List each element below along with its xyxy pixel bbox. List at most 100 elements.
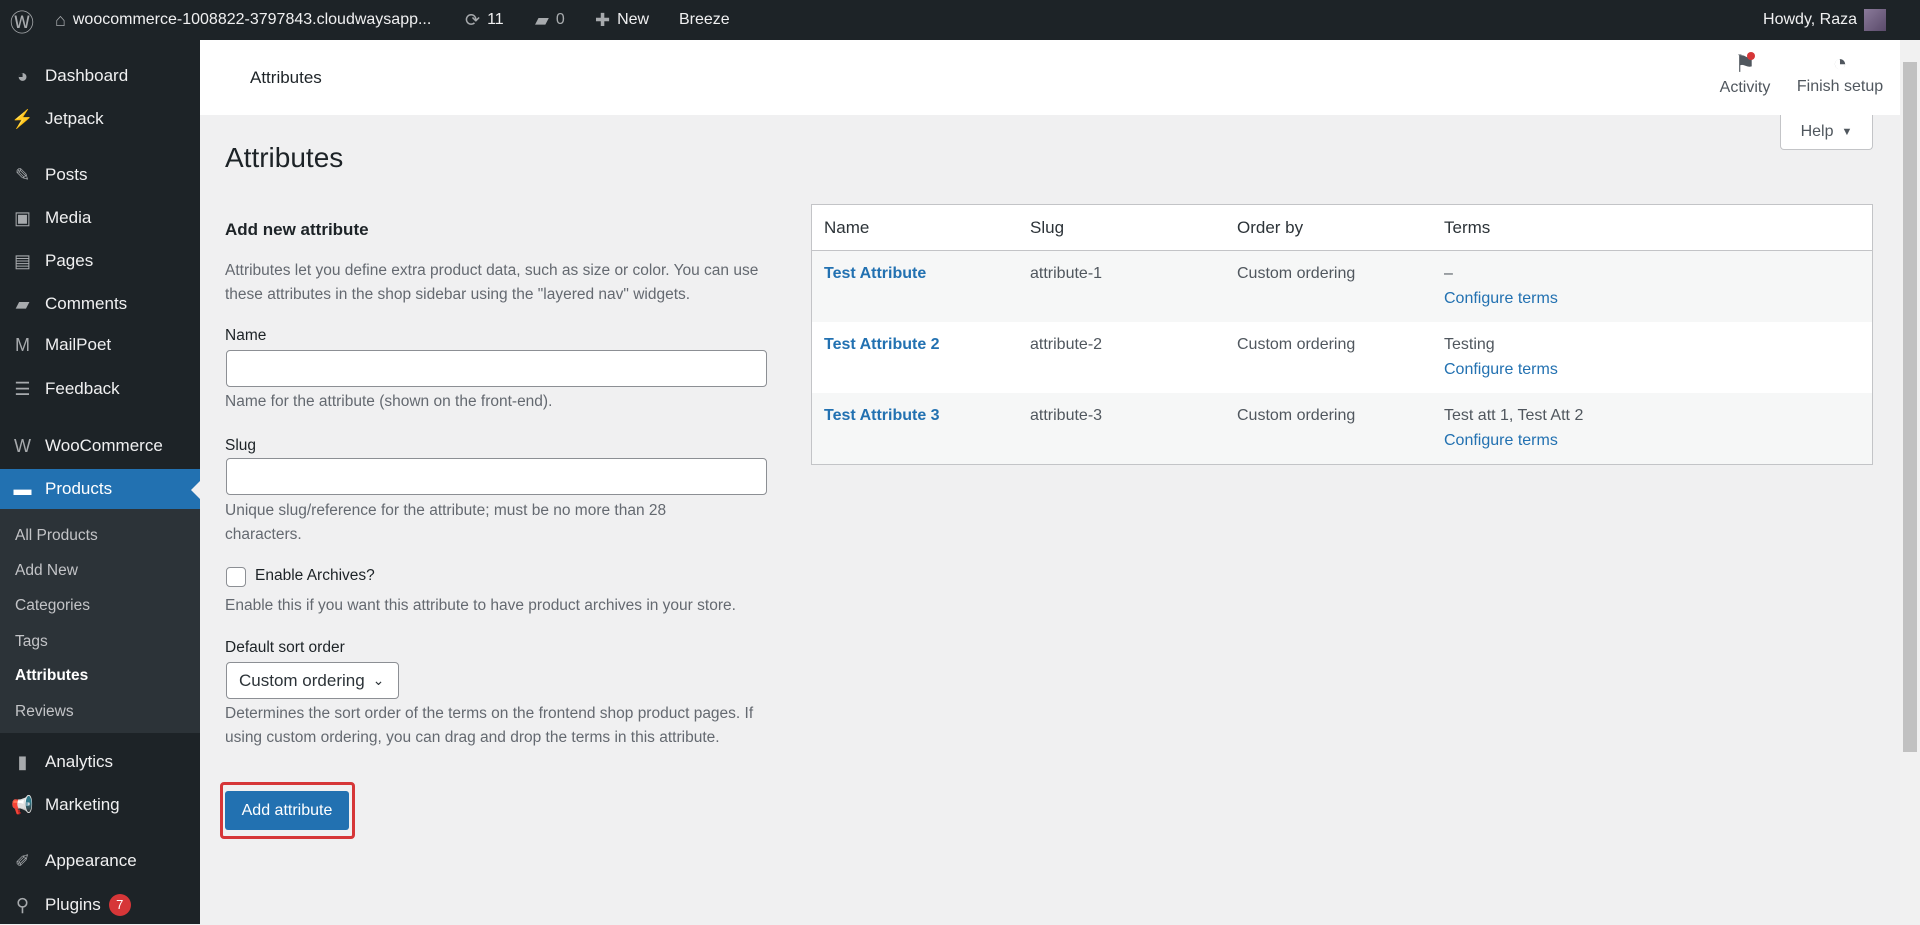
help-button[interactable]: Help ▼ bbox=[1780, 115, 1873, 150]
new-content-link[interactable]: ✚ New bbox=[595, 0, 649, 40]
finish-setup-button[interactable]: ◔ Finish setup bbox=[1795, 50, 1885, 96]
comments-count: 0 bbox=[555, 11, 565, 28]
sidebar-item-label: Comments bbox=[45, 294, 128, 313]
sidebar-item-comments[interactable]: ▰ Comments bbox=[0, 284, 200, 324]
attribute-order-by: Custom ordering bbox=[1237, 265, 1356, 282]
sidebar-item-label: Appearance bbox=[45, 851, 137, 870]
sidebar-item-posts[interactable]: ✎ Posts bbox=[0, 155, 200, 195]
sidebar-item-label: Products bbox=[45, 479, 113, 498]
archives-help: Enable this if you want this attribute t… bbox=[225, 597, 736, 614]
column-header-name: Name bbox=[824, 218, 870, 237]
feedback-icon: ☰ bbox=[14, 378, 31, 399]
sidebar-item-label: MailPoet bbox=[45, 335, 112, 354]
activity-button[interactable]: ⚑ Activity bbox=[1715, 50, 1775, 97]
updates-link[interactable]: ⟳ 11 bbox=[465, 0, 504, 40]
configure-terms-link[interactable]: Configure terms bbox=[1444, 290, 1558, 308]
sidebar-item-media[interactable]: ▣ Media bbox=[0, 198, 200, 238]
sidebar-item-plugins[interactable]: ⚲ Plugins 7 bbox=[0, 885, 200, 925]
attribute-name-link[interactable]: Test Attribute 3 bbox=[824, 407, 940, 425]
form-heading: Add new attribute bbox=[225, 220, 369, 239]
avatar bbox=[1864, 9, 1886, 31]
plugin-icon: ⚲ bbox=[15, 894, 30, 915]
attribute-name-link[interactable]: Test Attribute 2 bbox=[824, 336, 940, 354]
sidebar-item-pages[interactable]: ▤ Pages bbox=[0, 241, 200, 281]
plus-icon: ✚ bbox=[595, 9, 611, 30]
site-name: woocommerce-1008822-3797843.cloudwaysapp… bbox=[72, 11, 432, 28]
configure-terms-link[interactable]: Configure terms bbox=[1444, 361, 1558, 379]
enable-archives-label[interactable]: Enable Archives? bbox=[255, 567, 375, 585]
mailpoet-icon: M bbox=[15, 334, 30, 355]
configure-terms-link[interactable]: Configure terms bbox=[1444, 432, 1558, 450]
sidebar-item-label: Dashboard bbox=[45, 66, 129, 85]
form-intro: Attributes let you define extra product … bbox=[225, 262, 759, 303]
submenu-item-tags[interactable]: Tags bbox=[15, 633, 48, 651]
sidebar-item-woocommerce[interactable]: W WooCommerce bbox=[0, 426, 200, 466]
submenu-item-attributes[interactable]: Attributes bbox=[15, 667, 88, 685]
finish-setup-label: Finish setup bbox=[1796, 78, 1884, 95]
update-count-badge: 7 bbox=[108, 894, 131, 916]
table-row: Test Attribute 2 attribute-2 Custom orde… bbox=[812, 322, 1872, 393]
wordpress-logo-icon[interactable]: Ⓦ bbox=[10, 0, 34, 40]
sidebar-item-marketing[interactable]: 📢 Marketing bbox=[0, 785, 200, 825]
sidebar-item-label: Pages bbox=[45, 251, 94, 270]
sidebar-item-jetpack[interactable]: ⚡ Jetpack bbox=[0, 99, 200, 139]
enable-archives-checkbox[interactable] bbox=[226, 567, 246, 587]
submenu-item-add-new[interactable]: Add New bbox=[15, 562, 78, 580]
submenu-item-reviews[interactable]: Reviews bbox=[15, 703, 74, 721]
attribute-terms: – bbox=[1444, 265, 1453, 282]
sort-order-help: Determines the sort order of the terms o… bbox=[225, 705, 754, 746]
name-label: Name bbox=[225, 327, 267, 344]
column-header-order-by: Order by bbox=[1237, 218, 1304, 237]
user-menu[interactable]: Howdy, Raza bbox=[1763, 0, 1886, 40]
sort-order-select[interactable]: Custom ordering ⌄ bbox=[226, 662, 399, 699]
scrollbar-thumb[interactable] bbox=[1903, 62, 1917, 752]
breeze-link[interactable]: Breeze bbox=[679, 0, 730, 40]
add-attribute-button[interactable]: Add attribute bbox=[225, 791, 349, 830]
sidebar-item-products[interactable]: ▬ Products bbox=[0, 469, 200, 509]
refresh-icon: ⟳ bbox=[465, 9, 481, 30]
home-icon: ⌂ bbox=[55, 9, 66, 30]
sidebar-item-dashboard[interactable]: ◕ Dashboard bbox=[0, 56, 200, 96]
woocommerce-header: Attributes ⚑ Activity ◔ Finish setup bbox=[200, 40, 1900, 115]
attribute-name-link[interactable]: Test Attribute bbox=[824, 265, 926, 283]
column-header-terms: Terms bbox=[1444, 218, 1491, 237]
updates-count: 11 bbox=[487, 11, 504, 28]
dashboard-icon: ◕ bbox=[17, 65, 28, 86]
comment-icon: ▰ bbox=[15, 293, 30, 314]
name-help: Name for the attribute (shown on the fro… bbox=[225, 393, 553, 410]
sidebar-item-analytics[interactable]: ▮ Analytics bbox=[0, 742, 200, 782]
attribute-slug: attribute-1 bbox=[1030, 265, 1103, 282]
site-name-link[interactable]: ⌂ woocommerce-1008822-3797843.cloudwaysap… bbox=[55, 0, 431, 40]
table-row: Test Attribute attribute-1 Custom orderi… bbox=[812, 251, 1872, 322]
slug-label: Slug bbox=[225, 437, 257, 454]
sidebar-item-label: Posts bbox=[45, 165, 88, 184]
megaphone-icon: 📢 bbox=[11, 794, 34, 815]
submenu-item-categories[interactable]: Categories bbox=[15, 597, 90, 615]
chart-bar-icon: ▮ bbox=[17, 751, 28, 772]
name-input[interactable] bbox=[226, 350, 767, 387]
sidebar-item-label: WooCommerce bbox=[45, 436, 163, 455]
sidebar-item-label: Analytics bbox=[45, 752, 114, 771]
slug-help: Unique slug/reference for the attribute;… bbox=[225, 502, 667, 543]
submenu-item-all-products[interactable]: All Products bbox=[15, 527, 98, 545]
sidebar-item-mailpoet[interactable]: M MailPoet bbox=[0, 325, 200, 365]
pages-icon: ▤ bbox=[13, 250, 31, 271]
archive-icon: ▬ bbox=[13, 478, 32, 499]
jetpack-icon: ⚡ bbox=[11, 108, 34, 129]
admin-bar: Ⓦ ⌂ woocommerce-1008822-3797843.cloudways… bbox=[0, 0, 1920, 40]
sidebar-item-feedback[interactable]: ☰ Feedback bbox=[0, 369, 200, 409]
comments-link[interactable]: ▰ 0 bbox=[535, 0, 565, 40]
brush-icon: ✐ bbox=[14, 850, 31, 871]
attribute-slug: attribute-3 bbox=[1030, 407, 1103, 424]
header-title: Attributes bbox=[250, 68, 322, 87]
new-label: New bbox=[617, 11, 650, 28]
sidebar-item-appearance[interactable]: ✐ Appearance bbox=[0, 841, 200, 881]
sidebar-item-label: Feedback bbox=[45, 379, 120, 398]
media-icon: ▣ bbox=[13, 207, 31, 228]
flag-icon: ⚑ bbox=[1734, 51, 1756, 78]
attribute-order-by: Custom ordering bbox=[1237, 336, 1356, 353]
attribute-slug: attribute-2 bbox=[1030, 336, 1103, 353]
slug-input[interactable] bbox=[226, 458, 767, 495]
column-header-slug: Slug bbox=[1030, 218, 1065, 237]
sort-order-value: Custom ordering bbox=[239, 670, 365, 690]
